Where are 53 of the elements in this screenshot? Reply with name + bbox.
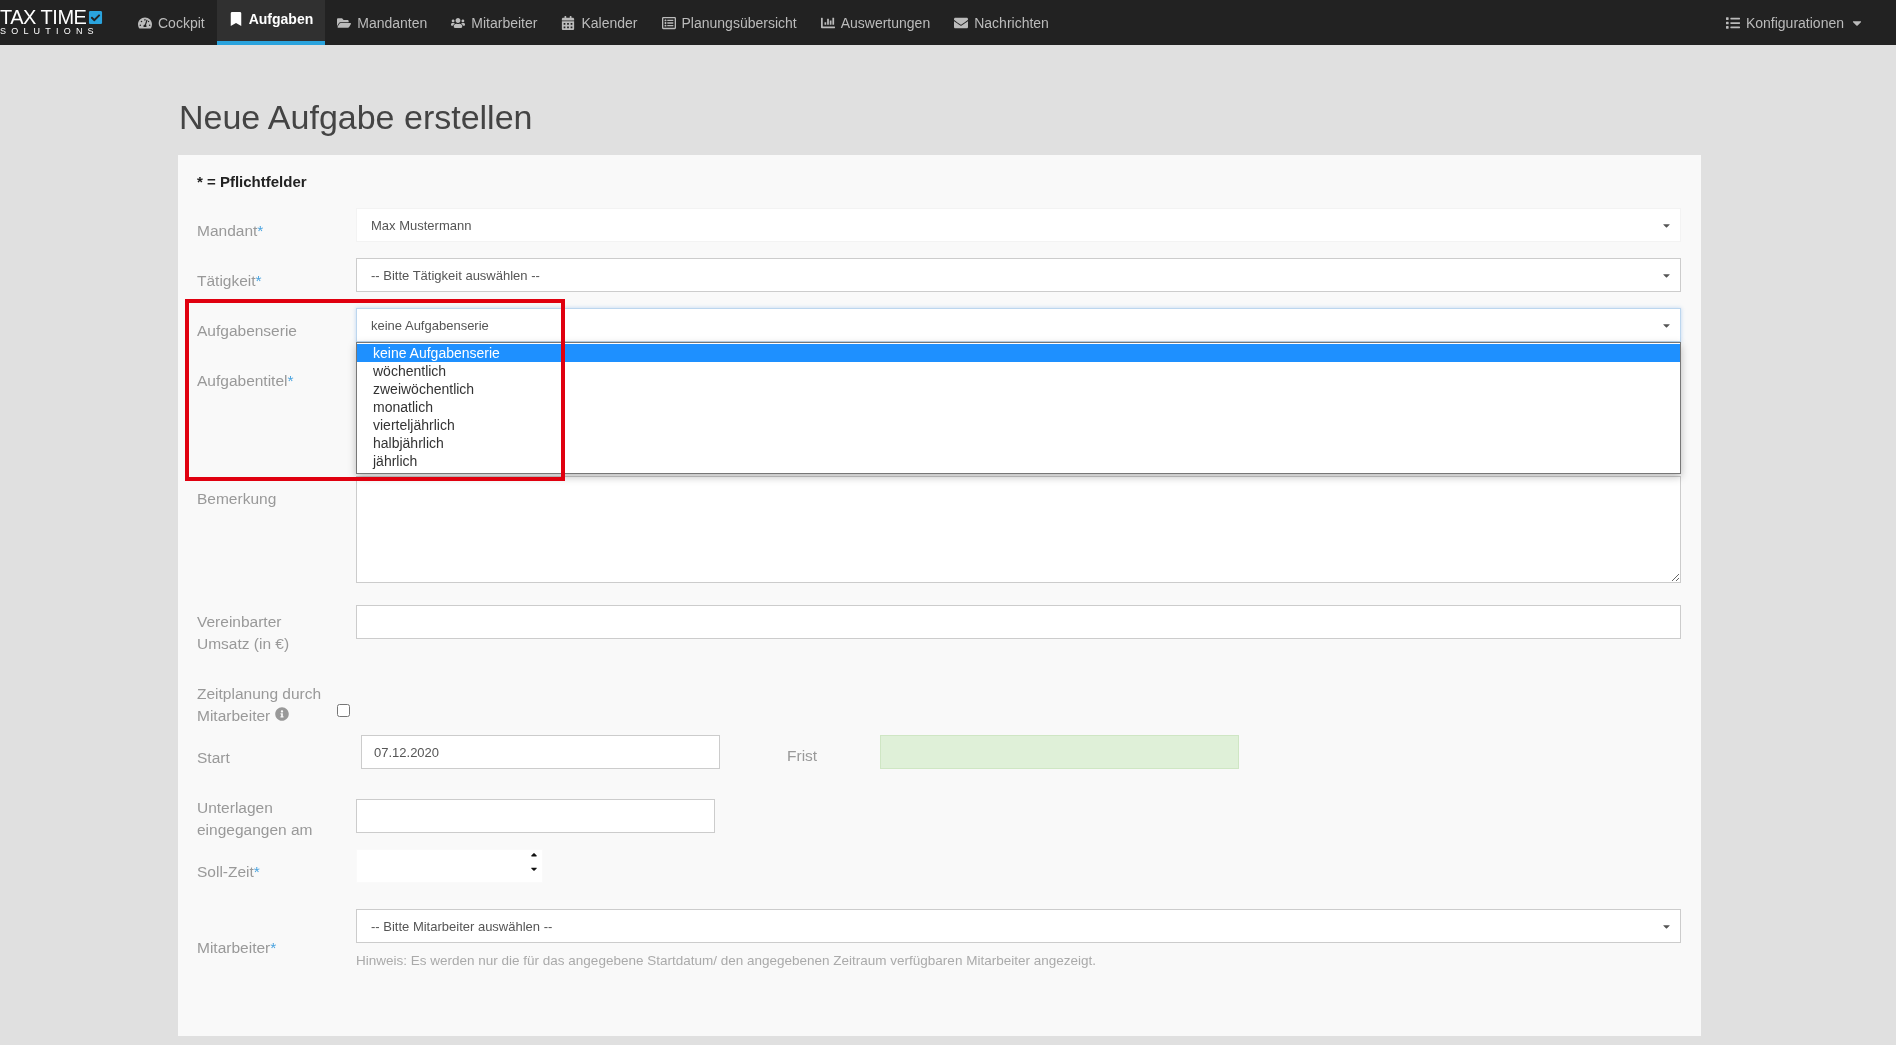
field-label: Start (197, 748, 231, 768)
field-label: Tätigkeit* (197, 271, 263, 291)
select-field[interactable]: -- Bitte Mitarbeiter auswählen -- (356, 909, 1681, 943)
folder-icon (337, 15, 352, 30)
config-menu[interactable]: Konfigurationen (1713, 0, 1876, 45)
field-label: Zeitplanung durch Mitarbeiter (197, 684, 323, 726)
page-title: Neue Aufgabe erstellen (178, 97, 534, 138)
nav-tab[interactable]: Cockpit (126, 0, 217, 45)
input-field[interactable] (356, 605, 1681, 639)
document-icon (661, 15, 676, 30)
field-label: Bemerkung (197, 489, 278, 509)
nav-tab[interactable]: Aufgaben (216, 0, 326, 45)
field-label: Mandant* (197, 221, 265, 241)
select-field[interactable]: Max Mustermann (356, 208, 1681, 242)
checkbox-icon (88, 9, 104, 25)
nav-tab[interactable]: Mandanten (325, 0, 440, 45)
gauge-icon (138, 15, 152, 30)
date-field[interactable]: 07.12.2020 (361, 735, 720, 769)
select-field[interactable]: keine Aufgabenserie (356, 308, 1681, 342)
bookmark-icon (228, 11, 243, 26)
required-note: * = Pflichtfelder (197, 173, 308, 190)
field-label: Frist (786, 746, 819, 765)
select-field[interactable]: -- Bitte Tätigkeit auswählen -- (356, 258, 1681, 292)
number-field[interactable] (356, 849, 543, 883)
dropdown-option[interactable]: wöchentlich (357, 362, 1680, 380)
dropdown-option[interactable]: zweiwöchentlich (357, 380, 1680, 398)
checkbox[interactable] (337, 704, 350, 717)
list-icon (1725, 15, 1740, 30)
nav-tab[interactable]: Auswertungen (808, 0, 943, 45)
nav-tab[interactable]: Mitarbeiter (439, 0, 550, 45)
field-label: Mitarbeiter* (197, 937, 278, 958)
textarea-field[interactable] (356, 476, 1681, 583)
field-label: Aufgabentitel* (197, 371, 295, 391)
dropdown-option[interactable]: monatlich (357, 398, 1680, 416)
nav-tab[interactable]: Kalender (549, 0, 650, 45)
nav-tab[interactable]: Nachrichten (942, 0, 1061, 45)
field-label: Vereinbarter Umsatz (in €) (197, 612, 291, 654)
dropdown-option[interactable]: vierteljährlich (357, 416, 1680, 434)
dropdown-option[interactable]: jährlich (357, 452, 1680, 470)
nav-tab[interactable]: Planungsübersicht (649, 0, 809, 45)
field-label: Aufgabenserie (197, 321, 298, 341)
hint-text: Hinweis: Es werden nur die für das angegebene Startdatum/ den angegebenen Zeitraum verfügbaren Mitarbeiter angezeigt. (356, 953, 1097, 968)
date-field[interactable] (880, 735, 1239, 769)
calendar-icon (561, 15, 576, 30)
field-label: Unterlagen eingegangen am (197, 798, 314, 840)
envelope-icon (954, 15, 969, 30)
dropdown-option[interactable]: halbjährlich (357, 434, 1680, 452)
logo[interactable]: TAX TIME SOLUTIONS (0, 0, 112, 45)
field-label: Soll-Zeit* (197, 862, 261, 882)
input-field[interactable] (356, 799, 715, 833)
users-icon (451, 15, 466, 30)
bar-chart-icon (820, 15, 835, 30)
info-icon[interactable] (274, 707, 289, 721)
